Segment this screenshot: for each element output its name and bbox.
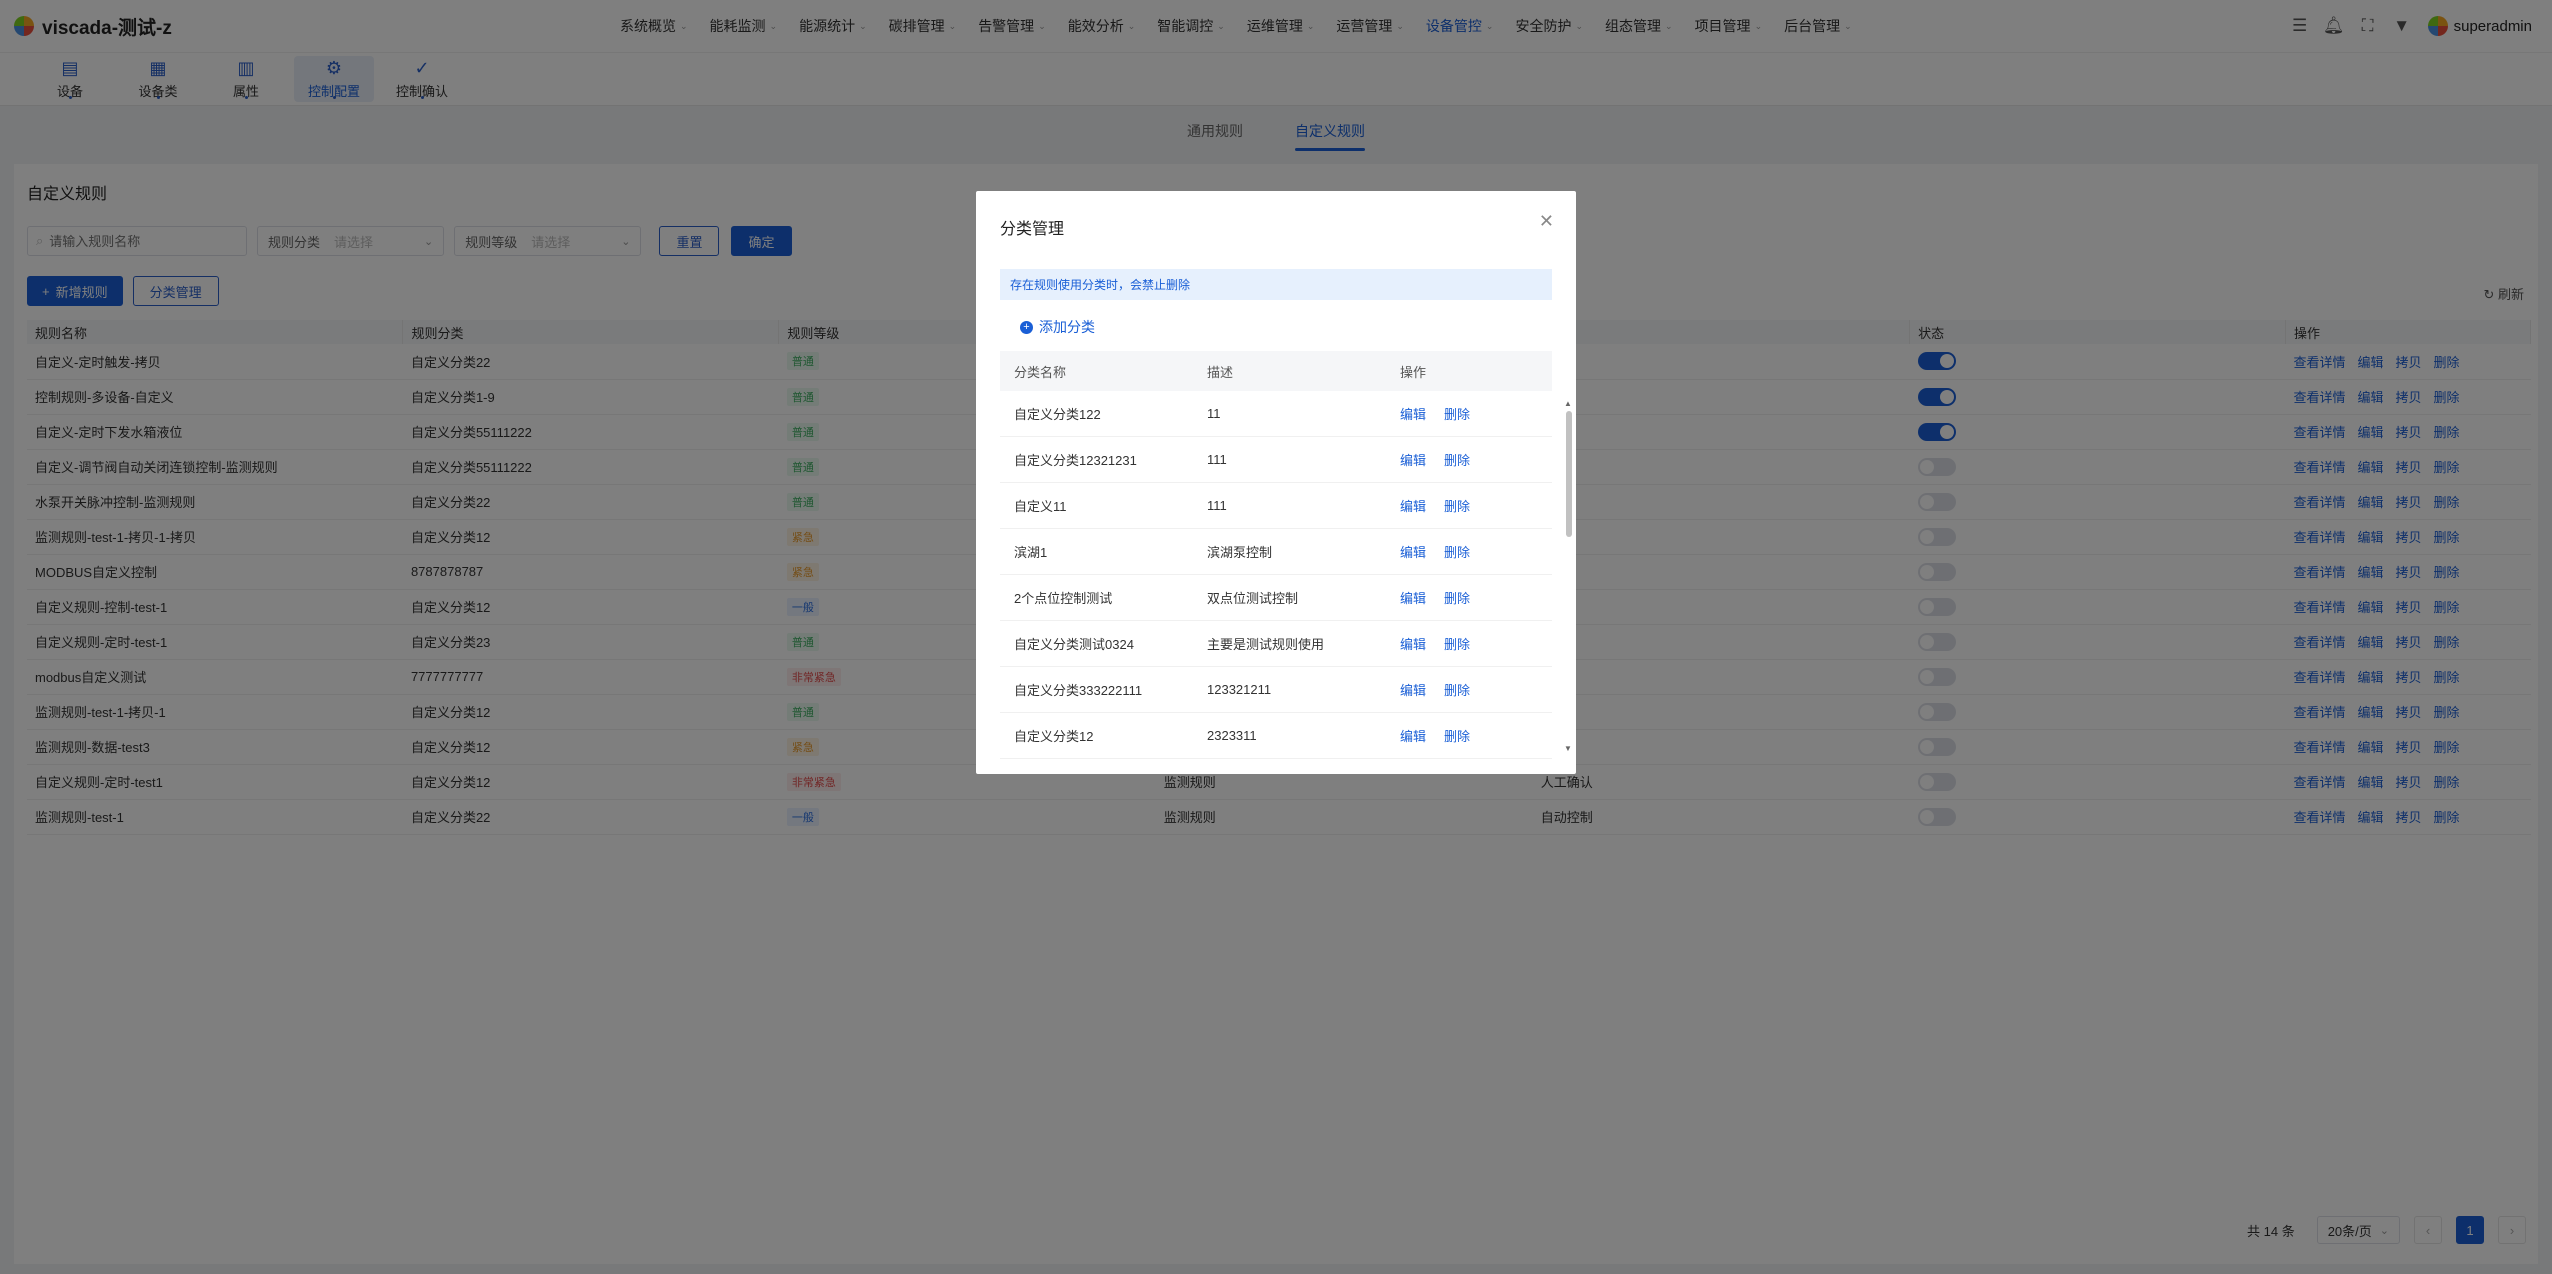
add-category-label: 添加分类 <box>1039 319 1095 335</box>
category-desc: 2323311 <box>1207 728 1257 743</box>
add-category-button[interactable]: + 添加分类 <box>1020 317 1095 337</box>
category-ops: 编辑 删除 <box>1386 634 1536 653</box>
category-ops: 编辑 删除 <box>1386 726 1536 745</box>
category-name: 自定义分类测试0324 <box>1014 637 1134 652</box>
plus-circle-icon: + <box>1020 320 1033 334</box>
category-desc: 主要是测试规则使用 <box>1207 637 1325 652</box>
info-alert: 存在规则使用分类时，会禁止删除 <box>1000 269 1552 300</box>
edit-link[interactable]: 编辑 <box>1400 591 1426 606</box>
column-header: 分类名称 <box>1014 364 1067 380</box>
category-ops: 编辑 删除 <box>1386 450 1536 469</box>
delete-link[interactable]: 删除 <box>1444 499 1470 514</box>
scroll-down-icon[interactable]: ▼ <box>1564 744 1572 753</box>
category-row: 自定义分类122 11 编辑 删除 <box>1000 391 1552 437</box>
category-row: 2个点位控制测试 双点位测试控制 编辑 删除 <box>1000 575 1552 621</box>
edit-link[interactable]: 编辑 <box>1400 545 1426 560</box>
edit-link[interactable]: 编辑 <box>1400 407 1426 422</box>
modal-scrollbar[interactable]: ▲ ▼ <box>1564 399 1572 753</box>
category-row: 自定义分类12321231 111 编辑 删除 <box>1000 437 1552 483</box>
category-desc: 111 <box>1207 452 1227 467</box>
category-row: 自定义分类12 2323311 编辑 删除 <box>1000 713 1552 759</box>
category-ops: 编辑 删除 <box>1386 496 1536 515</box>
category-desc: 11 <box>1207 406 1221 421</box>
delete-link[interactable]: 删除 <box>1444 683 1470 698</box>
category-desc: 111 <box>1207 498 1227 513</box>
category-ops: 编辑 删除 <box>1386 542 1536 561</box>
category-table-header: 分类名称 描述 操作 <box>1000 351 1552 391</box>
category-name: 自定义分类122 <box>1014 407 1101 422</box>
column-header: 描述 <box>1207 364 1234 380</box>
category-table-body: 自定义分类122 11 编辑 删除 自定义分类12321231 111 编辑 删除 自定义11 1… <box>1000 391 1552 759</box>
category-desc: 滨湖泵控制 <box>1207 545 1273 560</box>
category-ops: 编辑 删除 <box>1386 404 1536 423</box>
category-name: 滨湖1 <box>1014 545 1048 560</box>
category-name: 自定义分类12 <box>1014 729 1094 744</box>
edit-link[interactable]: 编辑 <box>1400 453 1426 468</box>
category-name: 自定义分类333222111 <box>1014 683 1143 698</box>
category-ops: 编辑 删除 <box>1386 680 1536 699</box>
edit-link[interactable]: 编辑 <box>1400 729 1426 744</box>
scroll-up-icon[interactable]: ▲ <box>1564 399 1572 408</box>
category-ops: 编辑 删除 <box>1386 588 1536 607</box>
delete-link[interactable]: 删除 <box>1444 637 1470 652</box>
category-table: 分类名称 描述 操作 自定义分类122 11 编辑 删除 自定义分类12321231 11… <box>1000 351 1552 759</box>
modal-title: 分类管理 <box>1000 221 1065 238</box>
category-desc: 123321211 <box>1207 682 1272 697</box>
edit-link[interactable]: 编辑 <box>1400 499 1426 514</box>
category-name: 自定义分类12321231 <box>1014 453 1137 468</box>
category-row: 滨湖1 滨湖泵控制 编辑 删除 <box>1000 529 1552 575</box>
scroll-thumb[interactable] <box>1566 411 1572 537</box>
delete-link[interactable]: 删除 <box>1444 545 1470 560</box>
category-row: 自定义分类333222111 123321211 编辑 删除 <box>1000 667 1552 713</box>
category-name: 自定义11 <box>1014 499 1067 514</box>
category-desc: 双点位测试控制 <box>1207 591 1299 606</box>
delete-link[interactable]: 删除 <box>1444 729 1470 744</box>
category-manage-modal: 分类管理 ✕ 存在规则使用分类时，会禁止删除 + 添加分类 分类名称 描述 操作… <box>976 191 1576 774</box>
category-row: 自定义分类测试0324 主要是测试规则使用 编辑 删除 <box>1000 621 1552 667</box>
delete-link[interactable]: 删除 <box>1444 407 1470 422</box>
category-name: 2个点位控制测试 <box>1014 591 1113 606</box>
category-row: 自定义11 111 编辑 删除 <box>1000 483 1552 529</box>
column-header: 操作 <box>1400 364 1427 380</box>
edit-link[interactable]: 编辑 <box>1400 683 1426 698</box>
delete-link[interactable]: 删除 <box>1444 453 1470 468</box>
edit-link[interactable]: 编辑 <box>1400 637 1426 652</box>
delete-link[interactable]: 删除 <box>1444 591 1470 606</box>
close-icon[interactable]: ✕ <box>1539 211 1554 232</box>
